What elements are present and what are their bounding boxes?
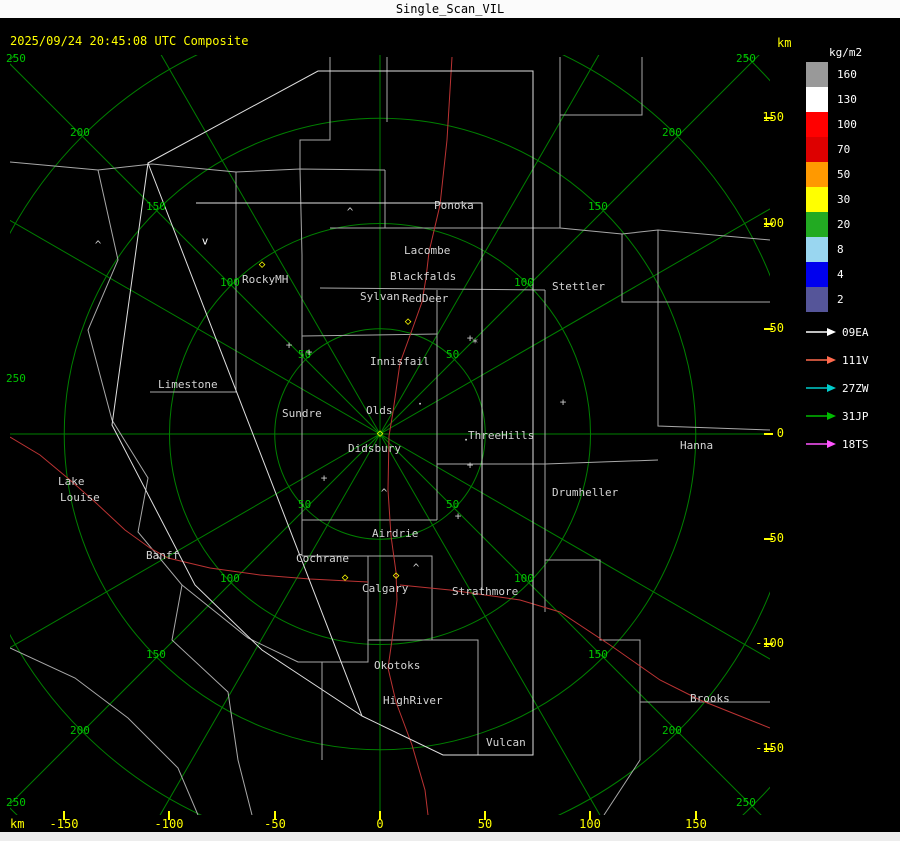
radar-map-canvas: [10, 55, 773, 820]
legend-scale-value: 2: [837, 293, 844, 306]
axis-ticks: [63, 117, 773, 820]
legend-scale-row: 160: [806, 62, 857, 87]
legend-scale-value: 130: [837, 93, 857, 106]
legend-radar-id: 111V: [842, 353, 869, 367]
legend-scale-row: 20: [806, 212, 857, 237]
legend-color-swatch: [806, 262, 828, 287]
legend-color-swatch: [806, 212, 828, 237]
range-rings: [10, 55, 770, 815]
legend-radar-row: 111V: [806, 346, 869, 374]
legend-color-swatch: [806, 237, 828, 262]
legend-radar-row: 18TS: [806, 430, 869, 458]
legend-radar-id: 09EA: [842, 325, 869, 339]
radar-app-window: Single_Scan_VIL 2025/09/24 20:45:08 UTC …: [0, 0, 900, 841]
legend-radar-id: 18TS: [842, 437, 869, 451]
legend-scale-row: 8: [806, 237, 857, 262]
legend-color-swatch: [806, 287, 828, 312]
legend-color-swatch: [806, 137, 828, 162]
legend-scale-value: 8: [837, 243, 844, 256]
legend-color-swatch: [806, 87, 828, 112]
radar-arrow-icon: [806, 440, 836, 448]
legend-color-swatch: [806, 187, 828, 212]
legend-color-swatch: [806, 112, 828, 137]
legend-color-scale: 160 130 100 70 50 30 20 8 4 2: [806, 62, 857, 312]
legend-radar-row: 31JP: [806, 402, 869, 430]
legend-radar-list: 09EA 111V 27ZW 31JP 18TS: [806, 318, 869, 458]
radar-arrow-icon: [806, 356, 836, 364]
legend-scale-row: 130: [806, 87, 857, 112]
status-bar: [0, 832, 900, 841]
legend-scale-row: 70: [806, 137, 857, 162]
legend-scale-value: 70: [837, 143, 851, 156]
radar-coverage-outline: [111, 70, 534, 756]
county-boundaries: [10, 57, 770, 815]
legend-scale-value: 4: [837, 268, 844, 281]
radar-arrow-icon: [806, 412, 836, 420]
legend-color-swatch: [806, 62, 828, 87]
legend-scale-row: 4: [806, 262, 857, 287]
legend-scale-value: 30: [837, 193, 851, 206]
legend-radar-id: 31JP: [842, 409, 869, 423]
legend-scale-value: 160: [837, 68, 857, 81]
legend-unit-label: kg/m2: [829, 46, 863, 59]
legend-scale-value: 100: [837, 118, 857, 131]
legend-radar-id: 27ZW: [842, 381, 869, 395]
legend-scale-row: 100: [806, 112, 857, 137]
legend-scale-value: 50: [837, 168, 851, 181]
legend-color-swatch: [806, 162, 828, 187]
legend-scale-row: 2: [806, 287, 857, 312]
legend-scale-row: 30: [806, 187, 857, 212]
radar-map[interactable]: 250 200 150 100 250 200 150 100 100 150 200 250 100 1…: [0, 0, 900, 841]
legend-scale-value: 20: [837, 218, 851, 231]
legend-radar-row: 27ZW: [806, 374, 869, 402]
radar-arrow-icon: [806, 328, 836, 336]
radar-arrow-icon: [806, 384, 836, 392]
legend-radar-row: 09EA: [806, 318, 869, 346]
highway-roads: [10, 56, 770, 815]
legend-scale-row: 50: [806, 162, 857, 187]
